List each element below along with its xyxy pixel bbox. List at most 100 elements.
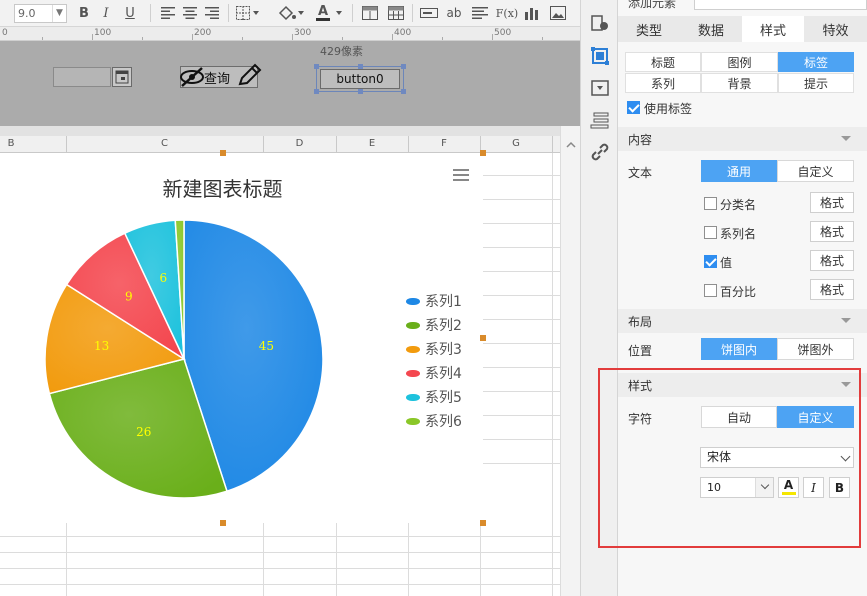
subtab-tooltip[interactable]: 提示	[778, 73, 854, 93]
category-name-format-button[interactable]: 格式	[810, 192, 854, 213]
column-header-e[interactable]: E	[336, 138, 408, 149]
column-header-d[interactable]: D	[263, 138, 336, 149]
text-color-button[interactable]: A	[314, 3, 346, 23]
eye-slash-icon	[180, 67, 204, 87]
column-header-c[interactable]: C	[66, 138, 263, 149]
image-icon[interactable]	[548, 3, 568, 23]
date-widget[interactable]	[53, 67, 133, 87]
legend-item-5[interactable]: 系列5	[406, 388, 462, 406]
resize-handle[interactable]	[358, 89, 363, 94]
position-inside-pie[interactable]: 饼图内	[701, 338, 777, 360]
pie-chart: 45 26 13 9 6	[44, 219, 324, 499]
resize-handle[interactable]	[480, 520, 486, 526]
query-label: 查询	[203, 71, 230, 87]
chevron-down-icon: ▼	[52, 5, 66, 22]
tab-data[interactable]: 数据	[680, 16, 742, 42]
legend-item-6[interactable]: 系列6	[406, 412, 462, 430]
content-section-header[interactable]: 内容	[618, 127, 867, 151]
legend-swatch	[406, 369, 420, 377]
widget-setting-icon[interactable]	[590, 46, 610, 66]
legend-label: 系列3	[425, 342, 462, 358]
query-button[interactable]: 查询	[180, 63, 262, 88]
value-checkbox[interactable]	[704, 255, 717, 268]
resize-handle[interactable]	[480, 150, 486, 156]
bold-button[interactable]: B	[76, 3, 92, 23]
text-mode-general[interactable]: 通用	[701, 160, 777, 182]
underline-button[interactable]: U	[122, 3, 138, 23]
resize-handle[interactable]	[401, 64, 406, 69]
text-button[interactable]: ab	[444, 3, 464, 23]
resize-handle[interactable]	[220, 520, 226, 526]
chart-icon[interactable]	[522, 3, 542, 23]
use-label-checkbox[interactable]	[627, 101, 640, 114]
button0-widget[interactable]: button0	[320, 69, 400, 89]
value-format-button[interactable]: 格式	[810, 250, 854, 271]
tab-type[interactable]: 类型	[618, 16, 680, 42]
fill-color-icon[interactable]	[276, 3, 306, 23]
ruler-mark: 100	[94, 28, 112, 38]
add-element-field[interactable]	[694, 0, 867, 10]
resize-handle[interactable]	[401, 89, 406, 94]
text-field-icon[interactable]	[418, 3, 440, 23]
column-header-f[interactable]: F	[408, 138, 480, 149]
percentage-checkbox[interactable]	[704, 284, 717, 297]
dropdown-widget-icon[interactable]	[590, 78, 610, 98]
resize-handle[interactable]	[314, 64, 319, 69]
paragraph-icon[interactable]	[470, 3, 490, 23]
pencil-icon	[238, 63, 262, 86]
link-icon[interactable]	[590, 142, 610, 162]
italic-button[interactable]: I	[98, 3, 114, 23]
date-input[interactable]	[53, 67, 111, 87]
legend-swatch	[406, 321, 420, 329]
resize-handle[interactable]	[314, 89, 319, 94]
chevron-down-icon	[841, 136, 851, 141]
formula-button[interactable]: F(x)	[496, 3, 518, 23]
font-size-value: 9.0	[18, 7, 36, 20]
legend-item-1[interactable]: 系列1	[406, 292, 462, 310]
font-size-select[interactable]: 9.0 ▼	[14, 4, 67, 23]
legend-item-3[interactable]: 系列3	[406, 340, 462, 358]
condition-list-icon[interactable]	[590, 110, 610, 130]
subtab-background[interactable]: 背景	[701, 73, 778, 93]
merge-cells-icon[interactable]	[360, 3, 380, 23]
toolbar-divider	[228, 4, 229, 22]
pie-chart-widget[interactable]: 新建图表标题 45 26 13 9 6 系列1 系列2 系列3 系列4 系列5 系列6	[0, 153, 483, 523]
column-header-b[interactable]: B	[0, 138, 22, 149]
border-icon[interactable]	[234, 3, 262, 23]
legend-item-4[interactable]: 系列4	[406, 364, 462, 382]
chevron-down-icon	[841, 318, 851, 323]
tab-style[interactable]: 样式	[742, 16, 804, 42]
subtab-title[interactable]: 标题	[625, 52, 701, 72]
layout-section-header[interactable]: 布局	[618, 309, 867, 333]
align-center-icon[interactable]	[180, 3, 200, 23]
legend-item-2[interactable]: 系列2	[406, 316, 462, 334]
toolbar-divider	[352, 4, 353, 22]
ruler-mark: 400	[394, 28, 412, 38]
category-name-checkbox[interactable]	[704, 197, 717, 210]
series-name-checkbox[interactable]	[704, 226, 717, 239]
legend-label: 系列2	[425, 318, 462, 334]
highlight-annotation-box	[598, 368, 861, 548]
subtab-label[interactable]: 标签	[778, 52, 854, 72]
resize-handle[interactable]	[480, 335, 486, 341]
subtab-series[interactable]: 系列	[625, 73, 701, 93]
percentage-format-button[interactable]: 格式	[810, 279, 854, 300]
position-outside-pie[interactable]: 饼图外	[777, 338, 854, 360]
tab-effects[interactable]: 特效	[804, 16, 867, 42]
add-element-label: 添加元素	[628, 0, 677, 10]
cell-attribute-icon[interactable]	[590, 14, 610, 34]
calendar-icon[interactable]	[112, 67, 132, 87]
subtab-legend[interactable]: 图例	[701, 52, 778, 72]
column-header-g[interactable]: G	[480, 138, 552, 149]
align-right-icon[interactable]	[202, 3, 222, 23]
text-mode-custom[interactable]: 自定义	[777, 160, 854, 182]
vertical-scrollbar[interactable]	[560, 126, 580, 596]
resize-handle[interactable]	[220, 150, 226, 156]
align-left-icon[interactable]	[158, 3, 178, 23]
series-name-format-button[interactable]: 格式	[810, 221, 854, 242]
table-grid-icon[interactable]	[386, 3, 406, 23]
legend-label: 系列6	[425, 414, 462, 430]
series-name-label: 系列名	[720, 227, 757, 241]
percentage-label: 百分比	[720, 285, 757, 299]
value-label: 值	[720, 256, 733, 270]
